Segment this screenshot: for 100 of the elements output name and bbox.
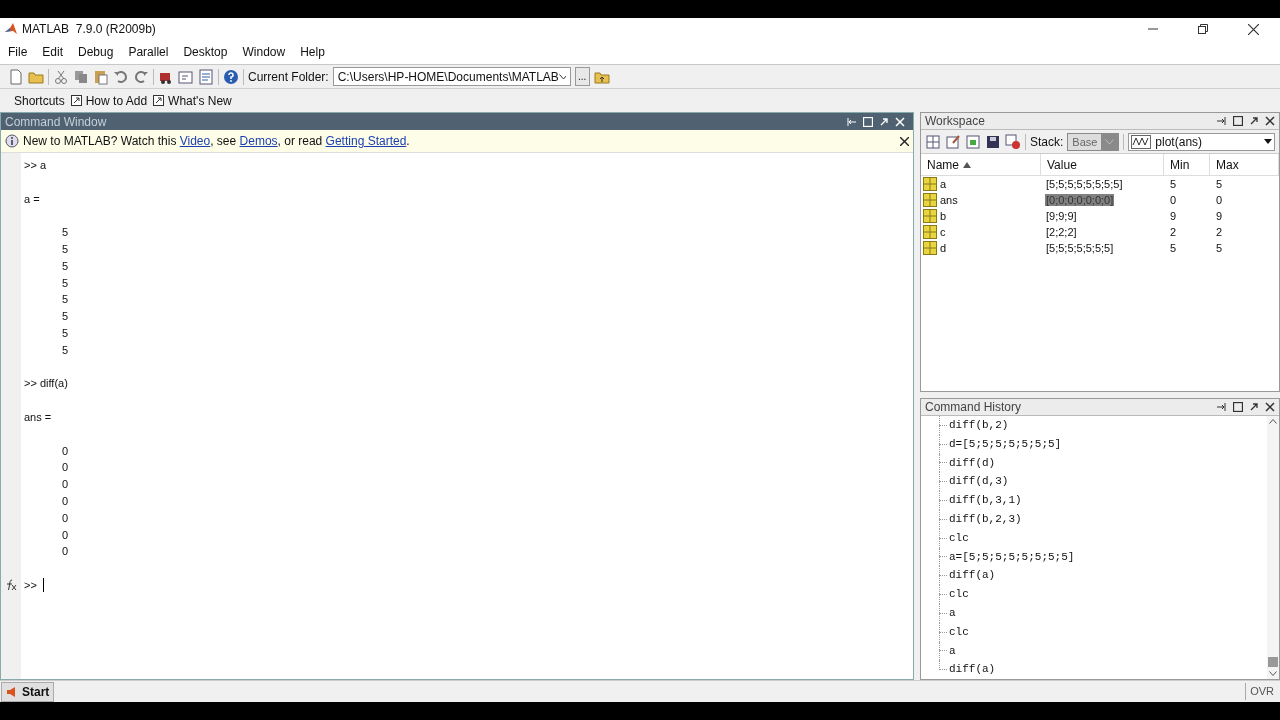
variable-value[interactable]: [2;2;2] [1045,225,1078,238]
pop-out-icon[interactable] [1249,116,1259,126]
history-entry[interactable]: diff(b,2) [947,416,1009,435]
speaker-icon [6,685,18,698]
history-entry[interactable]: diff(d) [947,453,996,473]
variable-value[interactable]: [5;5;5;5;5;5;5;5] [1045,177,1124,190]
table-cell: 0 [1216,193,1223,206]
history-entry[interactable]: diff(b,2,3) [947,510,1022,529]
table-cell: 5 [1170,177,1177,190]
matrix-icon [923,225,937,239]
output-value: 0 [62,444,69,457]
history-entry[interactable]: a=[5;5;5;5;5;5;5;5] [947,547,1075,567]
cut-icon[interactable] [53,68,69,85]
save-icon[interactable] [985,133,1001,150]
maximize-icon[interactable] [1233,116,1243,126]
stack-dropdown[interactable]: Base [1067,132,1120,151]
shortcut-icon [153,95,165,106]
variable-name[interactable]: c [940,223,946,241]
scrollbar[interactable] [1267,416,1279,679]
variable-value[interactable]: [5;5;5;5;5;5;5] [1045,241,1115,254]
menu-item[interactable]: Desktop [177,43,234,61]
variable-name[interactable]: a [940,175,947,193]
history-entry[interactable]: diff(a) [947,566,996,586]
column-header[interactable]: Max [1210,154,1279,175]
new-file-icon[interactable] [8,68,24,85]
output-value: 0 [62,511,69,524]
start-button[interactable]: Start [1,681,55,702]
menu-item[interactable]: Debug [72,43,120,61]
function-browser-icon[interactable] [5,578,19,593]
browse-button[interactable]: ... [574,67,590,86]
output-value: 0 [62,494,69,507]
history-entry[interactable]: clc [947,622,969,642]
undock-icon[interactable] [1216,402,1227,412]
delete-variable-icon[interactable] [1005,133,1021,150]
close-icon[interactable] [1265,116,1275,126]
matrix-icon [923,193,937,207]
help-icon[interactable] [223,68,239,85]
close-icon[interactable] [1247,23,1259,35]
overwrite-indicator: OVR [1245,683,1278,700]
menu-item[interactable]: Parallel [122,43,175,61]
link[interactable]: Demos [239,132,278,150]
scroll-down-icon[interactable] [1269,671,1277,677]
variable-value[interactable]: [9;9;9] [1045,209,1078,222]
history-entry[interactable]: a [947,603,956,623]
table-cell: 9 [1216,209,1223,222]
shortcut-link[interactable]: How to Add [85,91,148,110]
matrix-icon [923,209,937,223]
output-value: 5 [62,326,69,339]
shortcuts-label: Shortcuts [14,92,65,110]
shortcut-icon [70,95,82,106]
variable-name[interactable]: b [940,207,947,225]
history-entry[interactable]: diff(d,3) [947,472,1009,492]
current-folder-field[interactable]: C:\Users\HP-HOME\Documents\MATLAB [332,67,571,86]
column-header[interactable]: Name [921,154,1041,175]
dropdown-icon [1105,138,1115,145]
output-value: 5 [62,226,69,239]
paste-icon[interactable] [93,68,109,85]
new-variable-icon[interactable] [925,133,941,150]
menu-item[interactable]: Edit [36,43,70,61]
banner-text: , see [210,133,238,150]
window-title: MATLAB 7.9.0 (R2009b) [22,21,156,38]
output-value: 0 [62,461,69,474]
history-entry[interactable]: diff(b,3,1) [947,491,1022,510]
variable-name[interactable]: d [940,239,947,257]
history-entry[interactable]: clc [947,528,969,548]
plot-selector[interactable]: plot(ans) [1128,132,1275,151]
output-value: 5 [62,310,69,323]
banner-text: New to MATLAB? Watch this [23,133,178,150]
menu-item[interactable]: File [2,43,34,61]
menu-item[interactable]: Window [236,43,292,61]
scroll-up-icon[interactable] [1269,418,1277,424]
table-cell: 0 [1170,193,1177,206]
column-header[interactable]: Min [1164,154,1210,175]
shortcut-link[interactable]: What's New [168,91,232,110]
history-entry[interactable]: a [947,641,956,661]
close-icon[interactable] [900,136,909,146]
redo-icon[interactable] [133,68,149,85]
copy-icon[interactable] [73,68,89,85]
output-value: 0 [62,478,69,491]
pop-out-icon[interactable] [1249,402,1259,412]
output-label: ans = [24,410,52,423]
output-value: 5 [62,243,69,255]
menu-item[interactable]: Help [294,43,331,61]
banner-text: . [406,133,410,150]
scroll-thumb[interactable] [1268,657,1278,667]
undock-icon[interactable] [1216,116,1227,126]
history-entry[interactable]: d=[5;5;5;5;5;5;5] [947,434,1062,454]
command-line: >> a [24,159,47,171]
history-entry[interactable]: clc [947,585,969,604]
variable-name[interactable]: ans [940,191,958,209]
maximize-icon[interactable] [1233,402,1243,412]
edit-variable-icon[interactable] [945,133,961,150]
command-line: >> diff(a) [24,377,68,390]
close-icon[interactable] [1265,402,1275,412]
table-cell: 2 [1216,225,1223,238]
history-entry[interactable]: diff(a) [947,660,996,679]
undo-icon[interactable] [113,68,129,85]
restore-icon[interactable] [1198,24,1208,34]
dropdown-icon [1264,139,1272,144]
column-header[interactable]: Value [1041,154,1164,175]
